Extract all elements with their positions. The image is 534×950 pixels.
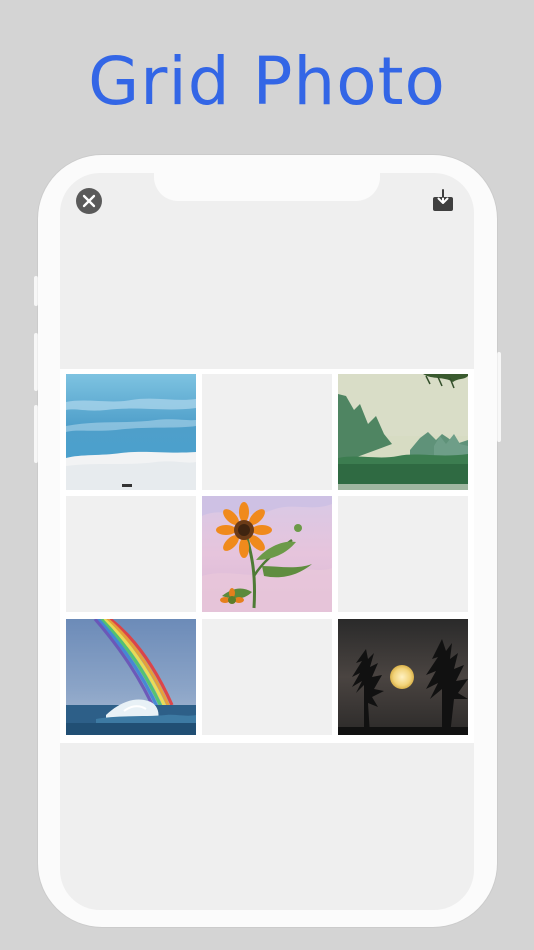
grid-tile-2[interactable] bbox=[202, 374, 332, 490]
headline: Grid Photo bbox=[88, 43, 446, 120]
page: Grid Photo bbox=[0, 0, 534, 950]
download-icon bbox=[433, 189, 453, 211]
phone-screen bbox=[60, 173, 474, 910]
green-mountains-river-photo bbox=[338, 374, 468, 490]
grid-tile-8[interactable] bbox=[202, 619, 332, 735]
grid-tile-7[interactable] bbox=[66, 619, 196, 735]
phone-notch bbox=[154, 173, 380, 201]
close-icon bbox=[76, 188, 102, 214]
photo-grid bbox=[60, 369, 474, 743]
sky-sea-clouds-photo bbox=[66, 374, 196, 490]
close-button[interactable] bbox=[75, 187, 103, 215]
phone-frame bbox=[38, 155, 497, 927]
full-moon-trees-photo bbox=[338, 619, 468, 735]
grid-tile-9[interactable] bbox=[338, 619, 468, 735]
grid-tile-6[interactable] bbox=[338, 496, 468, 612]
grid-tile-4[interactable] bbox=[66, 496, 196, 612]
phone-side-button-right bbox=[497, 352, 501, 442]
grid-tile-3[interactable] bbox=[338, 374, 468, 490]
grid-tile-5[interactable] bbox=[202, 496, 332, 612]
download-button[interactable] bbox=[429, 187, 457, 215]
sunflower-photo bbox=[202, 496, 332, 612]
grid-tile-1[interactable] bbox=[66, 374, 196, 490]
rainbow-wave-photo bbox=[66, 619, 196, 735]
